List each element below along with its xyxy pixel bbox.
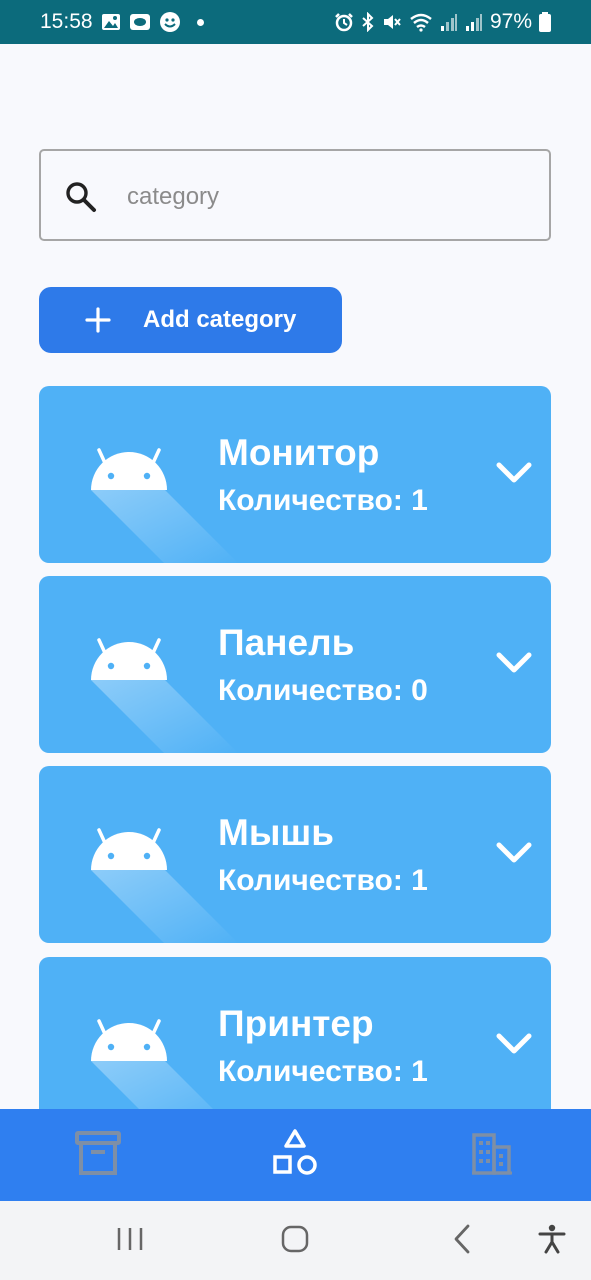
category-card[interactable]: Принтер Количество: 1	[39, 957, 551, 1134]
shapes-icon	[270, 1128, 320, 1183]
signal-icon-2	[465, 12, 483, 32]
back-icon	[452, 1224, 472, 1259]
building-icon	[469, 1130, 515, 1181]
category-name: Панель	[218, 622, 355, 663]
recent-apps-icon	[115, 1226, 145, 1257]
system-navigation-bar	[0, 1201, 591, 1280]
status-time: 15:58	[40, 10, 93, 33]
nav-item-archive[interactable]	[48, 1109, 148, 1201]
nav-item-buildings[interactable]	[442, 1109, 542, 1201]
recent-apps-button[interactable]	[108, 1219, 152, 1263]
chevron-down-icon[interactable]	[495, 650, 533, 676]
category-count: Количество: 1	[218, 864, 428, 897]
bluetooth-icon	[361, 12, 375, 32]
home-icon	[281, 1225, 309, 1258]
plus-icon	[85, 307, 111, 333]
chevron-down-icon[interactable]	[495, 840, 533, 866]
mute-icon	[382, 12, 402, 32]
chevron-down-icon[interactable]	[495, 460, 533, 486]
category-count: Количество: 0	[218, 674, 428, 707]
wifi-icon	[409, 12, 433, 32]
category-name: Мышь	[218, 812, 335, 853]
category-count: Количество: 1	[218, 1055, 428, 1088]
accessibility-icon	[538, 1224, 566, 1259]
bottom-navigation	[0, 1109, 591, 1201]
accessibility-button[interactable]	[530, 1219, 574, 1263]
category-card[interactable]: Панель Количество: 0	[39, 576, 551, 753]
back-button[interactable]	[440, 1219, 484, 1263]
status-right: 97%	[334, 10, 551, 34]
archive-icon	[74, 1129, 122, 1182]
category-count: Количество: 1	[218, 484, 428, 517]
status-bar: 15:58 97%	[0, 0, 591, 44]
add-category-label: Add category	[143, 306, 297, 333]
chat-icon	[159, 11, 181, 33]
home-button[interactable]	[273, 1219, 317, 1263]
gallery-icon	[101, 12, 121, 32]
nav-item-categories[interactable]	[245, 1109, 345, 1201]
search-field[interactable]	[39, 149, 551, 241]
battery-percent: 97%	[489, 10, 532, 33]
category-card[interactable]: Монитор Количество: 1	[39, 386, 551, 563]
signal-icon	[440, 12, 458, 32]
search-icon	[63, 179, 99, 215]
category-name: Принтер	[218, 1003, 374, 1044]
search-input[interactable]	[125, 171, 529, 223]
chevron-down-icon[interactable]	[495, 1031, 533, 1057]
category-card[interactable]: Мышь Количество: 1	[39, 766, 551, 943]
screen-icon	[129, 12, 151, 32]
alarm-icon	[334, 12, 354, 32]
battery-icon	[539, 12, 551, 32]
category-name: Монитор	[218, 432, 380, 473]
status-left: 15:58	[40, 10, 204, 34]
notification-dot	[196, 18, 204, 26]
add-category-button[interactable]: Add category	[39, 287, 342, 353]
